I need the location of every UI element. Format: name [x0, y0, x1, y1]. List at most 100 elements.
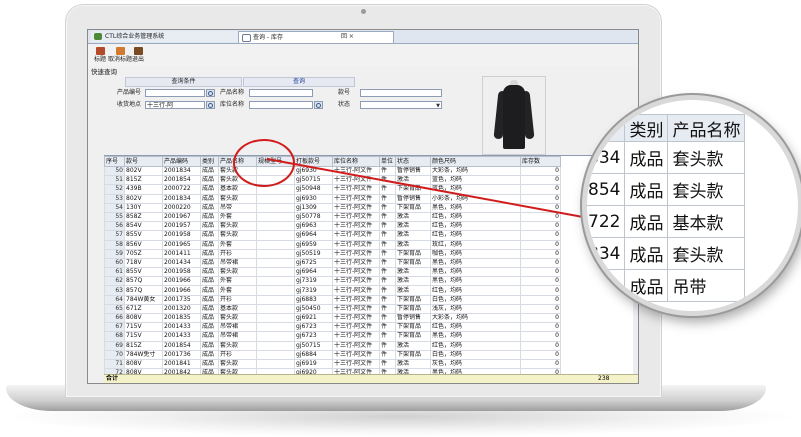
magnified-cell: 成品: [624, 237, 669, 270]
table-row[interactable]: 64 784W黄女 2001735 成品 开衫 gj6883 十三行-阿文件件下架育品 白色，…: [104, 294, 561, 305]
product-code-input[interactable]: [145, 89, 205, 97]
table-row[interactable]: 52 439B 2000722 成品 基本款 gj50948 十三行-阿文件件下架育品 蓝色，…: [104, 184, 561, 195]
table-row[interactable]: 55 858Z 2001967 成品 外套 gj50778 十三行-阿文件件激活 红色，均码 0: [104, 211, 561, 223]
table-cell: gj50778: [294, 211, 333, 223]
table-cell: 玫红，均码: [430, 239, 521, 250]
table-row[interactable]: 63 857Q 2001966 成品 外套 gj7319 十三行-阿文件件激活 红色，均码 0: [104, 285, 561, 296]
table-cell: 69: [104, 340, 125, 351]
exit-button[interactable]: 退出: [132, 47, 144, 63]
table-cell: 0: [520, 184, 561, 195]
table-row[interactable]: 66 808V 2001835 成品 套头款 gj6921 十三行-阿文件件暂停销售 大彩条，…: [104, 312, 561, 324]
table-cell: 激活: [395, 211, 431, 223]
table-row[interactable]: 62 857Q 2001966 成品 外套 gj7319 十三行-阿文件件激活 黑色，均码 0: [104, 276, 561, 287]
magnifier: (号 类别 产品名称 834 成品 套头款 854 成品 套头款 722 成品 基本款 834 成品 套头款…: [582, 95, 801, 316]
table-cell: 0: [520, 221, 561, 232]
title-button[interactable]: 标题: [94, 47, 106, 63]
table-cell: 52: [104, 184, 125, 195]
table-cell: gj50450: [294, 303, 333, 315]
table-cell: 外套: [218, 276, 257, 287]
table-row[interactable]: 67 715V 2001433 成品 吊带裙 gj6723 十三行-阿文件件下架育品 红色，均…: [104, 322, 561, 333]
table-cell: 下架育品: [395, 294, 431, 305]
table-cell: 下架育品: [395, 331, 431, 342]
column-header[interactable]: 库存数: [520, 156, 561, 167]
tab-app[interactable]: CTL综合业务管理系统: [91, 31, 250, 42]
table-row[interactable]: 70 784W免寸 2001736 成品 开衫 gj6884 十三行-阿文件件下架育品 白色，…: [104, 349, 561, 360]
column-header[interactable]: 款号: [124, 156, 163, 167]
table-cell: 成品: [200, 349, 219, 360]
table-cell: 成品: [200, 276, 219, 287]
table-cell: [256, 340, 295, 351]
magnified-cell: 套头款: [667, 237, 746, 270]
table-row[interactable]: 56 854V 2001957 成品 套头款 gj6963 十三行-阿文件件激活 红色，均码 0: [104, 221, 561, 232]
table-cell: 件: [379, 165, 396, 177]
table-cell: [256, 248, 295, 259]
product-name-input[interactable]: [249, 89, 313, 97]
table-cell: 吊带: [218, 202, 257, 213]
table-row[interactable]: 59 705Z 2001411 成品 开衫 gj50519 十三行-阿文件件下架育品 咖色，均…: [104, 248, 561, 259]
table-cell: 外套: [218, 285, 257, 296]
table-cell: 2001854: [162, 340, 201, 351]
status-select[interactable]: ▼: [360, 101, 442, 109]
title-icon: [95, 47, 105, 55]
table-cell: 成品: [200, 211, 219, 223]
column-header[interactable]: 类别: [200, 156, 219, 167]
location-search-icon[interactable]: [314, 101, 323, 109]
table-row[interactable]: 68 715V 2001433 成品 吊带裙 gj6723 十三行-阿文件件下架育品 黑色，均…: [104, 331, 561, 342]
table-cell: 成品: [200, 165, 219, 177]
app-logo-icon: [94, 33, 102, 40]
magnified-header-cell: 类别: [624, 114, 669, 142]
table-cell: 0: [520, 230, 561, 241]
table-cell: 2001966: [162, 285, 201, 296]
column-header[interactable]: 单位: [379, 156, 396, 167]
magnified-header-cell: 产品名称: [667, 114, 746, 142]
table-cell: 十三行-阿文件: [332, 257, 380, 269]
table-cell: 成品: [200, 358, 219, 370]
table-cell: 黑色，均码: [430, 267, 521, 278]
table-cell: [256, 349, 295, 360]
table-cell: 856V: [124, 239, 163, 250]
magnified-header-row: (号 类别 产品名称: [587, 114, 746, 142]
column-header[interactable]: 状态: [395, 156, 431, 167]
tab-inventory-query[interactable]: 查询 - 库存: [238, 31, 394, 43]
table-cell: 2001434: [162, 257, 201, 269]
table-row[interactable]: 61 855V 2001958 成品 套头款 gj6964 十三行-阿文件件激活 黑色，均码 0: [104, 267, 561, 278]
table-row[interactable]: 69 815Z 2001854 成品 套头款 gj50715 十三行-阿文件件激活 红色，均码…: [104, 340, 561, 351]
table-row[interactable]: 71 808V 2001841 成品 套头款 gj6919 十三行-阿文件件激活 灰色，均码 0: [104, 358, 561, 370]
table-cell: 成品: [200, 303, 219, 315]
magnified-cell: 834: [587, 141, 626, 174]
table-cell: [256, 294, 295, 305]
table-cell: 2001736: [162, 349, 201, 360]
column-header[interactable]: 库位名称: [332, 156, 380, 167]
table-cell: 黑色，均码: [430, 331, 521, 342]
column-header[interactable]: 颜色尺码: [430, 156, 521, 167]
table-cell: 784W免寸: [124, 349, 163, 360]
table-cell: gj1309: [294, 202, 333, 213]
table-cell: 2001735: [162, 294, 201, 305]
query-button[interactable]: 查询: [243, 77, 355, 87]
tab-close-icon[interactable]: 回 ×: [341, 31, 354, 42]
table-row[interactable]: 58 856V 2001965 成品 外套 gj6959 十三行-阿文件件激活 玫红，均码 0: [104, 239, 561, 250]
column-header[interactable]: 序号: [104, 156, 125, 167]
table-cell: 0: [520, 340, 561, 351]
table-cell: 件: [379, 202, 396, 213]
style-no-input[interactable]: [360, 89, 442, 97]
table-cell: 51: [104, 175, 125, 186]
table-cell: 白色，均码: [430, 294, 521, 305]
table-row[interactable]: 65 671Z 2001320 成品 基本款 gj50450 十三行-阿文件件下架育品 浅灰，…: [104, 303, 561, 315]
table-row[interactable]: 54 130Y 2000220 成品 吊带 gj1309 十三行-阿文件件下架育品 黑色，均码…: [104, 202, 561, 213]
column-header[interactable]: 产品编码: [162, 156, 201, 167]
product-code-search-icon[interactable]: [206, 89, 215, 97]
table-cell: 成品: [200, 257, 219, 269]
table-cell: [256, 267, 295, 278]
table-row[interactable]: 60 718V 2001434 成品 吊带裙 gj6725 十三行-阿文件件下架育品 黑色，均…: [104, 257, 561, 269]
location-name-input[interactable]: [249, 101, 313, 109]
table-row[interactable]: 57 855V 2001958 成品 套头款 gj6964 十三行-阿文件件激活 红色，均码 0: [104, 230, 561, 241]
table-cell: 0: [520, 303, 561, 315]
table-cell: gj6884: [294, 349, 333, 360]
table-cell: 671Z: [124, 303, 163, 315]
warehouse-search-icon[interactable]: [206, 101, 215, 109]
cancel-title-button[interactable]: 取消标题: [108, 47, 132, 63]
warehouse-input[interactable]: 十三行-阿: [145, 101, 205, 109]
table-cell: 白色，均码: [430, 349, 521, 360]
table-row[interactable]: 51815Z2001854成品套头款gj50715十三行-阿文件件激活蓝色，均码…: [104, 175, 561, 186]
